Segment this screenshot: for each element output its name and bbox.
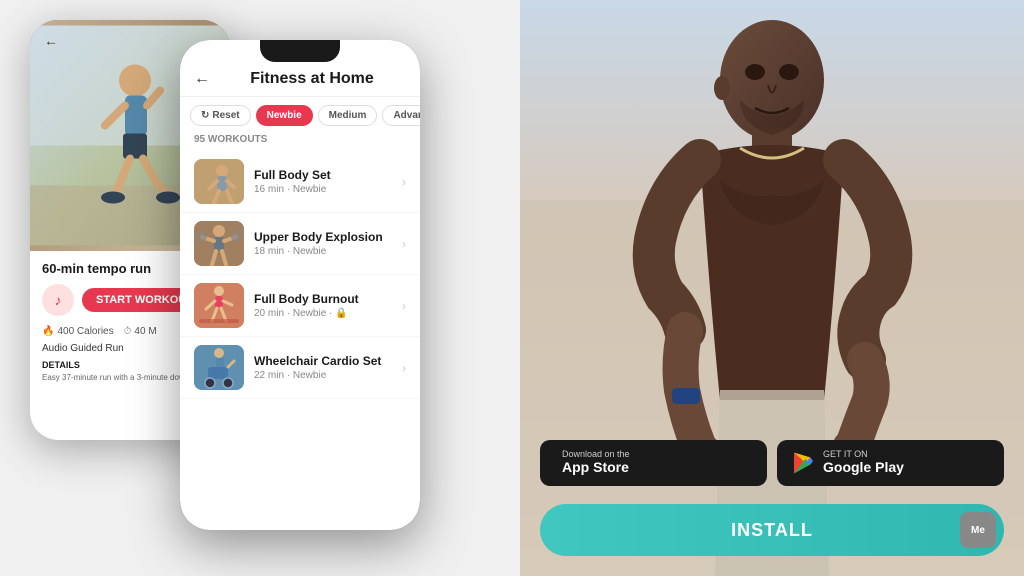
workouts-count: 95 WORKOUTS — [180, 134, 420, 151]
filter-reset[interactable]: ↻ Reset — [190, 105, 251, 126]
store-buttons-container: Download on the App Store GET IT ON Goog… — [540, 440, 1004, 486]
fire-icon: 🔥 — [42, 326, 54, 337]
workout-info: Upper Body Explosion 18 min · Newbie — [254, 230, 392, 257]
list-item[interactable]: Full Body Set 16 min · Newbie › — [180, 151, 420, 213]
chevron-right-icon: › — [402, 237, 406, 251]
back-arrow-icon[interactable]: ← — [194, 70, 210, 88]
google-play-big-text: Google Play — [823, 459, 904, 476]
workout-thumbnail — [194, 221, 244, 266]
google-play-icon — [791, 451, 815, 475]
workout-meta: 18 min · Newbie — [254, 246, 392, 257]
workout-image — [194, 221, 244, 266]
list-item[interactable]: Wheelchair Cardio Set 22 min · Newbie › — [180, 337, 420, 399]
workout-meta: 22 min · Newbie — [254, 370, 392, 381]
workout-image — [194, 159, 244, 204]
app-store-text: Download on the App Store — [562, 450, 630, 476]
workout-info: Wheelchair Cardio Set 22 min · Newbie — [254, 354, 392, 381]
workout-image — [194, 283, 244, 328]
workout-image — [194, 345, 244, 390]
calories-value: 400 Calories — [57, 326, 113, 337]
google-play-small-text: GET IT ON — [823, 450, 904, 459]
chevron-right-icon: › — [402, 299, 406, 313]
workout-thumbnail — [194, 159, 244, 204]
filter-row: ↻ Reset Newbie Medium Advanced — [180, 97, 420, 134]
list-item[interactable]: Upper Body Explosion 18 min · Newbie › — [180, 213, 420, 275]
phone-front-screen: ← Fitness at Home ↻ Reset Newbie Medium — [180, 40, 420, 530]
medium-label: Medium — [329, 110, 367, 121]
install-button[interactable]: INSTALL — [540, 504, 1004, 556]
time-stat: ⏱ 40 M — [124, 326, 157, 337]
workout-meta: 16 min · Newbie — [254, 184, 392, 195]
clock-icon: ⏱ — [124, 326, 132, 337]
right-background — [520, 0, 1024, 576]
workout-info: Full Body Burnout 20 min · Newbie · 🔒 — [254, 292, 392, 319]
svg-text:←: ← — [44, 33, 58, 49]
workout-name: Wheelchair Cardio Set — [254, 354, 392, 368]
filter-medium[interactable]: Medium — [318, 105, 378, 126]
workout-thumbnail — [194, 283, 244, 328]
filter-newbie[interactable]: Newbie — [256, 105, 313, 126]
reset-label: Reset — [212, 110, 239, 121]
google-play-text: GET IT ON Google Play — [823, 450, 904, 476]
workout-name: Upper Body Explosion — [254, 230, 392, 244]
fitness-title: Fitness at Home — [218, 70, 406, 88]
phone-front: ← Fitness at Home ↻ Reset Newbie Medium — [180, 40, 420, 530]
advanced-label: Advanced — [393, 110, 420, 121]
workout-name: Full Body Set — [254, 168, 392, 182]
main-container: ← 60-min tempo run ♪ START WORKOUT 🔥 400… — [0, 0, 1024, 576]
workout-info: Full Body Set 16 min · Newbie — [254, 168, 392, 195]
right-section: Download on the App Store GET IT ON Goog… — [520, 0, 1024, 576]
phone-notch — [260, 40, 340, 62]
workout-thumbnail — [194, 345, 244, 390]
chevron-right-icon: › — [402, 175, 406, 189]
workout-name: Full Body Burnout — [254, 292, 392, 306]
list-item[interactable]: Full Body Burnout 20 min · Newbie · 🔒 › — [180, 275, 420, 337]
chevron-right-icon: › — [402, 361, 406, 375]
google-play-button[interactable]: GET IT ON Google Play — [777, 440, 1004, 486]
workout-list: Full Body Set 16 min · Newbie › — [180, 151, 420, 530]
workout-meta: 20 min · Newbie · 🔒 — [254, 308, 392, 319]
app-store-small-text: Download on the — [562, 450, 630, 459]
time-value: 40 M — [134, 326, 156, 337]
newbie-label: Newbie — [267, 110, 302, 121]
app-store-big-text: App Store — [562, 459, 630, 476]
filter-advanced[interactable]: Advanced — [382, 105, 420, 126]
calories-stat: 🔥 400 Calories — [42, 326, 114, 337]
app-store-button[interactable]: Download on the App Store — [540, 440, 767, 486]
reset-icon: ↻ — [201, 110, 209, 121]
avatar[interactable]: Me — [960, 512, 996, 548]
athlete-image — [520, 0, 1024, 576]
left-section: ← 60-min tempo run ♪ START WORKOUT 🔥 400… — [0, 0, 520, 576]
music-button[interactable]: ♪ — [42, 284, 74, 316]
